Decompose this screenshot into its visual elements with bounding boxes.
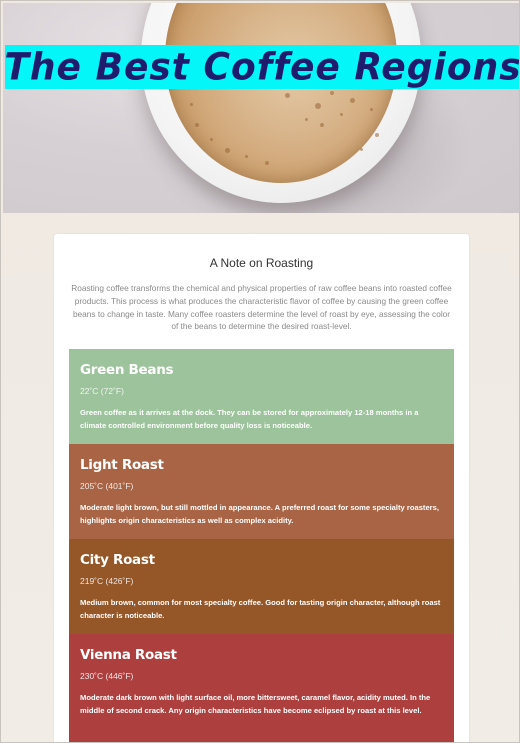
roast-description: Medium brown, common for most specialty …	[80, 598, 441, 620]
roast-card-vienna-roast: Vienna Roast 230˚C (446˚F) Moderate dark…	[69, 634, 454, 742]
page-title: The Best Coffee Regions	[4, 45, 519, 89]
roast-temperature: 22˚C (72˚F)	[80, 386, 124, 396]
roast-name: Vienna Roast	[80, 647, 177, 663]
roast-description: Moderate light brown, but still mottled …	[80, 503, 439, 525]
title-banner: The Best Coffee Regions	[4, 45, 519, 89]
roast-temperature: 219˚C (426˚F)	[80, 576, 134, 586]
roast-name: Light Roast	[80, 457, 164, 473]
roast-temperature: 230˚C (446˚F)	[80, 671, 134, 681]
roast-name: City Roast	[80, 552, 155, 568]
roast-card-city-roast: City Roast 219˚C (426˚F) Medium brown, c…	[69, 539, 454, 634]
roast-temperature: 205˚C (401˚F)	[80, 481, 134, 491]
card-heading: A Note on Roasting	[209, 256, 314, 270]
card-intro: Roasting coffee transforms the chemical …	[71, 283, 452, 332]
roast-description: Green coffee as it arrives at the dock. …	[80, 408, 419, 430]
roast-description: Moderate dark brown with light surface o…	[80, 693, 431, 715]
roasting-note-card: A Note on Roasting Roasting coffee trans…	[54, 234, 469, 742]
roast-name: Green Beans	[80, 362, 174, 378]
page-frame: The Best Coffee Regions A Note on Roasti…	[0, 0, 520, 743]
roast-card-green-beans: Green Beans 22˚C (72˚F) Green coffee as …	[69, 349, 454, 444]
roast-card-light-roast: Light Roast 205˚C (401˚F) Moderate light…	[69, 444, 454, 539]
hero-image: The Best Coffee Regions	[3, 3, 519, 213]
